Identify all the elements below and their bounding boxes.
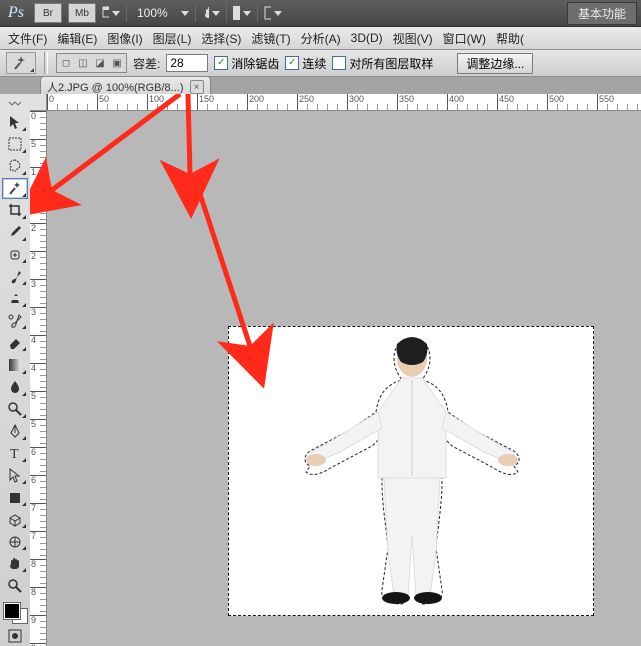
- move-tool[interactable]: [2, 111, 28, 132]
- antialias-checkbox[interactable]: ✓ 消除锯齿: [214, 55, 279, 72]
- eyedropper-tool[interactable]: [2, 222, 28, 243]
- workspace-button[interactable]: 基本功能: [567, 2, 637, 25]
- toolbox: T: [0, 94, 31, 646]
- ruler-corner: [30, 94, 47, 111]
- menu-edit[interactable]: 编辑(E): [57, 30, 97, 47]
- menu-select[interactable]: 选择(S): [201, 30, 241, 47]
- sel-new-icon[interactable]: ◻: [58, 55, 74, 71]
- gradient-tool[interactable]: [2, 354, 28, 375]
- expand-icon[interactable]: [2, 98, 28, 110]
- healing-brush-tool[interactable]: [2, 244, 28, 265]
- current-tool-magic-wand[interactable]: [6, 52, 36, 74]
- all-layers-checkbox[interactable]: 对所有图层取样: [332, 55, 433, 72]
- menu-view[interactable]: 视图(V): [393, 30, 433, 47]
- color-swatches[interactable]: [2, 601, 28, 624]
- foreground-color[interactable]: [4, 603, 20, 619]
- canvas-area[interactable]: 050100150200250300350400450500550 051122…: [30, 94, 641, 646]
- contiguous-label: 连续: [302, 55, 326, 72]
- refine-edge-button[interactable]: 调整边缘...: [457, 53, 533, 74]
- menu-layer[interactable]: 图层(L): [153, 30, 192, 47]
- marquee-tool[interactable]: [2, 134, 28, 155]
- 3d-camera-tool[interactable]: [2, 531, 28, 552]
- person-figure: [286, 332, 538, 610]
- checkmark-icon: ✓: [214, 56, 228, 70]
- hand-tool[interactable]: [2, 553, 28, 574]
- dodge-tool[interactable]: [2, 399, 28, 420]
- document-canvas[interactable]: [228, 326, 594, 616]
- zoom-tool[interactable]: [2, 575, 28, 596]
- tolerance-input[interactable]: [166, 54, 208, 72]
- menu-3d[interactable]: 3D(D): [351, 31, 383, 45]
- type-tool[interactable]: T: [2, 443, 28, 464]
- lasso-tool[interactable]: [2, 156, 28, 177]
- menu-help[interactable]: 帮助(: [496, 30, 524, 47]
- svg-text:T: T: [10, 447, 19, 461]
- antialias-label: 消除锯齿: [231, 55, 279, 72]
- pen-tool[interactable]: [2, 421, 28, 442]
- history-brush-tool[interactable]: [2, 310, 28, 331]
- sel-subtract-icon[interactable]: ◪: [92, 55, 108, 71]
- menu-bar: 文件(F) 编辑(E) 图像(I) 图层(L) 选择(S) 滤镜(T) 分析(A…: [0, 27, 641, 50]
- screen-icon[interactable]: [264, 4, 282, 22]
- tolerance-label: 容差:: [133, 55, 160, 72]
- contiguous-checkbox[interactable]: ✓ 连续: [285, 55, 326, 72]
- all-layers-label: 对所有图层取样: [349, 55, 433, 72]
- tab-title: 人2.JPG @ 100%(RGB/8...): [47, 79, 184, 95]
- crop-tool[interactable]: [2, 200, 28, 221]
- menu-file[interactable]: 文件(F): [8, 30, 47, 47]
- minibridge-button[interactable]: Mb: [68, 3, 96, 23]
- magic-wand-tool[interactable]: [2, 178, 28, 199]
- empty-checkbox-icon: [332, 56, 346, 70]
- selection-mode-group[interactable]: ◻ ◫ ◪ ▣: [56, 53, 127, 73]
- bridge-button[interactable]: Br: [34, 3, 62, 23]
- zoom-level[interactable]: 100%: [133, 6, 172, 20]
- ruler-horizontal: 050100150200250300350400450500550: [46, 94, 641, 111]
- ps-logo: Ps: [4, 4, 28, 22]
- shape-tool[interactable]: [2, 487, 28, 508]
- path-selection-tool[interactable]: [2, 465, 28, 486]
- menu-window[interactable]: 窗口(W): [443, 30, 486, 47]
- menu-filter[interactable]: 滤镜(T): [251, 30, 290, 47]
- sel-add-icon[interactable]: ◫: [75, 55, 91, 71]
- arrange-documents-icon[interactable]: [233, 4, 251, 22]
- 3d-tool[interactable]: [2, 509, 28, 530]
- blur-tool[interactable]: [2, 377, 28, 398]
- eraser-tool[interactable]: [2, 332, 28, 353]
- brush-tool[interactable]: [2, 266, 28, 287]
- work-area: T 050100150200250300350400450500550 0511…: [0, 94, 641, 646]
- menu-analysis[interactable]: 分析(A): [301, 30, 341, 47]
- sel-intersect-icon[interactable]: ▣: [109, 55, 125, 71]
- clone-stamp-tool[interactable]: [2, 288, 28, 309]
- zoom-dropdown-icon[interactable]: [181, 11, 189, 16]
- screen-mode-icon[interactable]: [102, 4, 120, 22]
- menu-image[interactable]: 图像(I): [107, 30, 142, 47]
- options-bar: ◻ ◫ ◪ ▣ 容差: ✓ 消除锯齿 ✓ 连续 对所有图层取样 调整边缘...: [0, 50, 641, 77]
- quick-mask-tool[interactable]: [2, 625, 28, 646]
- ruler-vertical: 0511223344556677889910101111121213131414…: [30, 110, 47, 646]
- checkmark-icon: ✓: [285, 56, 299, 70]
- app-header: Ps Br Mb 100% 基本功能: [0, 0, 641, 27]
- hand-tool-icon[interactable]: [202, 4, 220, 22]
- close-icon[interactable]: ×: [190, 80, 204, 94]
